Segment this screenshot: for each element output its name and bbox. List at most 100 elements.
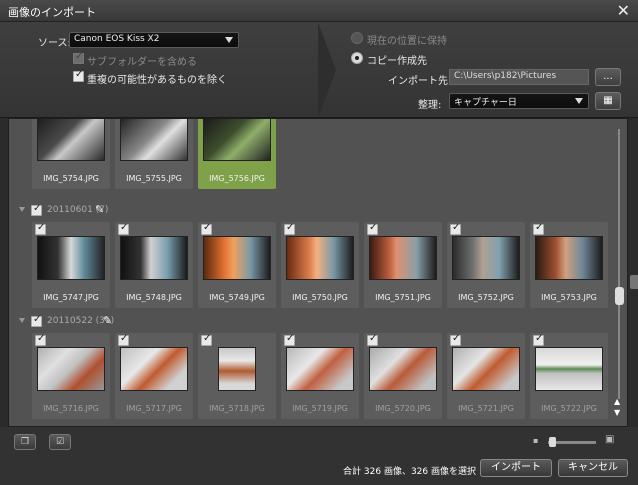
thumbnail[interactable]: IMG_5752.JPG xyxy=(447,222,525,308)
include-subfolders-checkbox[interactable] xyxy=(73,51,84,64)
thumbnail-image xyxy=(120,236,188,280)
thumbnail-image xyxy=(218,347,256,391)
thumbnail[interactable]: IMG_5751.JPG xyxy=(364,222,442,308)
thumbnail-image xyxy=(369,347,437,391)
thumbnail[interactable]: IMG_5720.JPG xyxy=(364,333,442,419)
edit-pen-icon[interactable]: ✎ xyxy=(95,203,104,216)
thumbnail[interactable]: IMG_5755.JPG xyxy=(115,119,193,189)
thumbnail-checkbox[interactable] xyxy=(533,333,544,346)
import-destination-label: インポート先: xyxy=(388,76,452,87)
thumbnail-checkbox[interactable] xyxy=(367,222,378,235)
thumbnail-image xyxy=(535,236,603,280)
thumbnail-image xyxy=(452,347,520,391)
group-checkbox[interactable] xyxy=(31,203,42,216)
thumbnail-checkbox[interactable] xyxy=(450,333,461,346)
small-thumb-icon: ▪ xyxy=(533,436,539,445)
exclude-duplicates-label: 重複の可能性があるものを除く xyxy=(87,75,227,86)
thumbnail-checkbox[interactable] xyxy=(450,222,461,235)
source-label: ソース: xyxy=(38,38,71,49)
thumbnail-filename: IMG_5716.JPG xyxy=(43,404,99,413)
group-header[interactable]: 20110601 (7) ✎ xyxy=(9,203,609,219)
thumbnail-checkbox[interactable] xyxy=(284,333,295,346)
thumbnail-checkbox[interactable] xyxy=(533,222,544,235)
scroll-down-icon[interactable]: ▼ xyxy=(614,408,620,417)
thumbnail-filename: IMG_5747.JPG xyxy=(43,293,99,302)
thumbnail-grid[interactable]: IMG_5754.JPG IMG_5755.JPG IMG_5756.JPG 2… xyxy=(8,118,628,427)
thumbnail-checkbox[interactable] xyxy=(284,222,295,235)
scroll-up-icon[interactable]: ▲ xyxy=(614,397,620,406)
include-subfolders-label: サブフォルダーを含める xyxy=(87,57,197,68)
title-bar: 画像のインポート ✕ xyxy=(0,0,638,22)
thumbnail-image xyxy=(369,236,437,280)
collapse-triangle-icon[interactable] xyxy=(19,207,25,212)
thumbnail-size-slider[interactable] xyxy=(548,437,596,447)
thumbnail-checkbox[interactable] xyxy=(118,333,129,346)
source-select[interactable]: Canon EOS Kiss X2 xyxy=(69,32,239,48)
thumbnail-image xyxy=(452,236,520,280)
keep-location-radio[interactable] xyxy=(351,32,363,44)
thumbnail-checkbox[interactable] xyxy=(118,222,129,235)
copy-to-radio[interactable] xyxy=(351,52,363,64)
thumbnail[interactable]: IMG_5754.JPG xyxy=(32,119,110,189)
scrollbar-thumb[interactable] xyxy=(615,287,624,305)
thumbnail-filename: IMG_5718.JPG xyxy=(209,404,265,413)
exclude-duplicates-checkbox[interactable] xyxy=(73,69,84,82)
thumbnail-filename: IMG_5754.JPG xyxy=(43,174,99,183)
edit-pen-icon[interactable]: ✎ xyxy=(103,314,112,327)
thumbnail[interactable]: IMG_5721.JPG xyxy=(447,333,525,419)
thumbnail-image xyxy=(203,236,271,280)
import-button[interactable]: インポート xyxy=(480,459,552,477)
group-checkbox[interactable] xyxy=(31,314,42,327)
copy-to-label: コピー作成先 xyxy=(367,56,427,67)
thumbnail-filename: IMG_5748.JPG xyxy=(126,293,182,302)
browse-button[interactable]: ... xyxy=(595,68,621,86)
thumbnail[interactable]: IMG_5722.JPG xyxy=(530,333,608,419)
thumbnail-checkbox[interactable] xyxy=(367,333,378,346)
thumbnail-filename: IMG_5720.JPG xyxy=(375,404,431,413)
vertical-scrollbar[interactable] xyxy=(615,129,624,399)
chevron-down-icon xyxy=(225,37,233,43)
thumbnail-filename: IMG_5756.JPG xyxy=(209,174,265,183)
thumbnail-filename: IMG_5751.JPG xyxy=(375,293,431,302)
calendar-button[interactable]: ▦ xyxy=(595,92,621,110)
thumbnail-filename: IMG_5755.JPG xyxy=(126,174,182,183)
source-select-value: Canon EOS Kiss X2 xyxy=(74,34,160,44)
thumbnail[interactable]: IMG_5749.JPG xyxy=(198,222,276,308)
organize-select-value: キャプチャー日 xyxy=(454,98,517,108)
thumbnail-filename: IMG_5722.JPG xyxy=(541,404,597,413)
thumbnail-filename: IMG_5719.JPG xyxy=(292,404,348,413)
thumbnail-image xyxy=(203,119,271,161)
cancel-button[interactable]: キャンセル xyxy=(558,459,628,477)
thumbnail-selected[interactable]: IMG_5756.JPG xyxy=(198,119,276,189)
import-destination-field[interactable]: C:\Users\p182\Pictures xyxy=(449,69,589,85)
thumbnail[interactable]: IMG_5748.JPG xyxy=(115,222,193,308)
close-icon[interactable]: ✕ xyxy=(617,1,630,20)
thumbnail[interactable]: IMG_5753.JPG xyxy=(530,222,608,308)
slider-knob[interactable] xyxy=(549,437,556,447)
group-header[interactable]: 20110522 (31) ✎ xyxy=(9,314,609,330)
thumbnail[interactable]: IMG_5717.JPG xyxy=(115,333,193,419)
organize-select[interactable]: キャプチャー日 xyxy=(449,93,589,109)
thumbnail-filename: IMG_5753.JPG xyxy=(541,293,597,302)
thumbnail-image xyxy=(37,347,105,391)
scrollbar-track[interactable] xyxy=(618,129,620,399)
thumbnail[interactable]: IMG_5747.JPG xyxy=(32,222,110,308)
thumbnail-checkbox[interactable] xyxy=(35,333,46,346)
side-panel-handle[interactable] xyxy=(630,275,638,289)
select-all-button[interactable]: ❐ xyxy=(14,434,36,450)
thumbnail-image xyxy=(37,236,105,280)
keep-location-label: 現在の位置に保持 xyxy=(367,36,447,47)
thumbnail[interactable]: IMG_5718.JPG xyxy=(198,333,276,419)
thumbnail-filename: IMG_5750.JPG xyxy=(292,293,348,302)
thumbnail-filename: IMG_5717.JPG xyxy=(126,404,182,413)
thumbnail-checkbox[interactable] xyxy=(35,222,46,235)
collapse-triangle-icon[interactable] xyxy=(19,318,25,323)
check-document-icon: ☑ xyxy=(55,437,65,447)
thumbnail[interactable]: IMG_5719.JPG xyxy=(281,333,359,419)
panel-divider-arrow xyxy=(318,22,336,118)
thumbnail-checkbox[interactable] xyxy=(201,222,212,235)
thumbnail[interactable]: IMG_5750.JPG xyxy=(281,222,359,308)
thumbnail[interactable]: IMG_5716.JPG xyxy=(32,333,110,419)
thumbnail-checkbox[interactable] xyxy=(201,333,212,346)
select-toggle-button[interactable]: ☑ xyxy=(49,434,71,450)
